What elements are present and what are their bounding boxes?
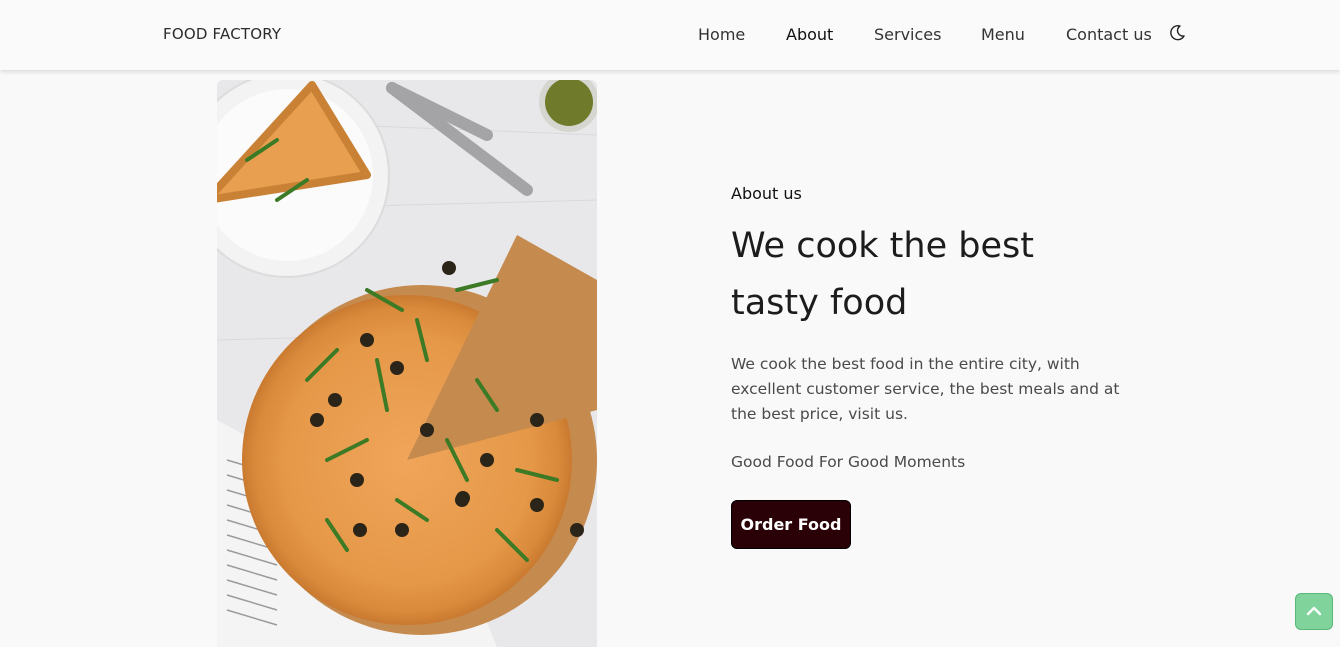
section-eyebrow: About us [731,184,802,203]
section-slogan: Good Food For Good Moments [731,453,966,471]
nav-contact-us[interactable]: Contact us [1066,25,1152,44]
section-description: We cook the best food in the entire city… [731,355,1120,423]
nav-menu[interactable]: Menu [981,25,1025,44]
order-food-button[interactable]: Order Food [731,500,851,549]
site-header: FOOD FACTORY Home About Services Menu Co… [0,0,1340,70]
nav-home[interactable]: Home [698,25,745,44]
section-title: We cook the best tasty food [731,218,1161,332]
pizza-image [217,80,597,647]
nav-about[interactable]: About [786,25,833,44]
nav-services[interactable]: Services [874,25,941,44]
moon-icon[interactable] [1170,24,1186,42]
scroll-to-top-button[interactable] [1295,593,1333,630]
brand-logo[interactable]: FOOD FACTORY [163,25,281,43]
title-line-1: We cook the best [731,226,1034,266]
chevron-up-icon [1306,606,1322,616]
title-line-2: tasty food [731,283,908,323]
